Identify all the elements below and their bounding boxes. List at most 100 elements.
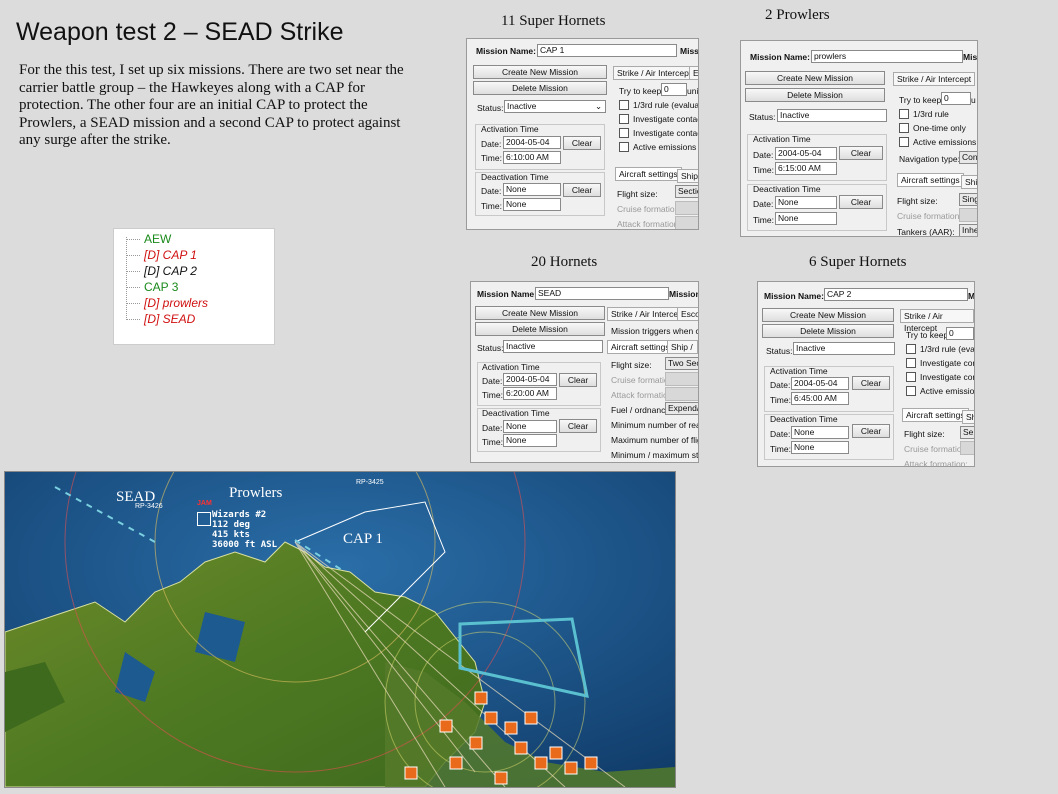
waypoint-rp1[interactable]: RP-3426 bbox=[135, 503, 163, 510]
deactivation-date-input[interactable]: None bbox=[503, 183, 561, 196]
create-mission-button[interactable]: Create New Mission bbox=[745, 71, 885, 85]
status-label: Status: bbox=[749, 112, 776, 122]
try-keep-input[interactable]: 0 bbox=[941, 92, 971, 105]
fuel-select[interactable]: Expend/ bbox=[665, 402, 698, 415]
activation-time-input[interactable]: 6:20:00 AM bbox=[503, 387, 557, 400]
tree-item-cap1[interactable]: [D] CAP 1 bbox=[126, 247, 197, 263]
checkbox[interactable] bbox=[619, 142, 629, 152]
checkbox[interactable] bbox=[619, 100, 629, 110]
delete-mission-button[interactable]: Delete Mission bbox=[745, 88, 885, 102]
create-mission-button[interactable]: Create New Mission bbox=[475, 306, 605, 320]
tab-escort[interactable]: Esco bbox=[677, 307, 698, 321]
deactivation-time-input[interactable]: None bbox=[775, 212, 837, 225]
check-label: Investigate conta bbox=[920, 358, 974, 368]
try-keep-input[interactable]: 0 bbox=[661, 83, 687, 96]
tree-item-sead[interactable]: [D] SEAD bbox=[126, 311, 195, 327]
activation-date-input[interactable]: 2004-05-04 bbox=[791, 377, 849, 390]
activation-date-input[interactable]: 2004-05-04 bbox=[775, 147, 837, 160]
checkbox[interactable] bbox=[906, 344, 916, 354]
deactivation-time-input[interactable]: None bbox=[503, 198, 561, 211]
date-label: Date: bbox=[770, 429, 791, 439]
flight-size-select[interactable]: Sing bbox=[959, 193, 977, 206]
clear-activation-button[interactable]: Clear bbox=[839, 146, 883, 160]
tankers-select[interactable]: Inhe bbox=[959, 224, 977, 236]
tab-ship[interactable]: Ship bbox=[961, 175, 977, 189]
checkbox[interactable] bbox=[899, 109, 909, 119]
tab-aircraft-settings[interactable]: Aircraft settings bbox=[615, 167, 682, 181]
try-keep-input[interactable]: 0 bbox=[946, 327, 974, 340]
clear-deactivation-button[interactable]: Clear bbox=[852, 424, 890, 438]
time-label: Time: bbox=[753, 215, 774, 225]
attack-select bbox=[675, 216, 698, 229]
tab-aircraft-settings[interactable]: Aircraft settings bbox=[607, 340, 674, 354]
tree-item-prowlers[interactable]: [D] prowlers bbox=[126, 295, 208, 311]
try-keep-unit: uni bbox=[687, 86, 699, 96]
date-label: Date: bbox=[753, 150, 774, 160]
tab-strike[interactable]: Strike / Air Intercept bbox=[613, 66, 696, 80]
tab-ship-sub[interactable]: Ship / su bbox=[667, 340, 698, 364]
checkbox[interactable] bbox=[899, 123, 909, 133]
activation-time-input[interactable]: 6:15:00 AM bbox=[775, 162, 837, 175]
status-select[interactable]: Inactive bbox=[504, 100, 606, 113]
status-select[interactable]: Inactive bbox=[503, 340, 603, 353]
flight-size-label: Flight size: bbox=[897, 196, 938, 206]
activation-date-input[interactable]: 2004-05-04 bbox=[503, 136, 561, 149]
checkbox[interactable] bbox=[906, 372, 916, 382]
deactivation-time-input[interactable]: None bbox=[503, 434, 557, 447]
flight-size-select[interactable]: Two Sect bbox=[665, 357, 698, 370]
checkbox[interactable] bbox=[899, 137, 909, 147]
flight-size-select[interactable]: Se bbox=[960, 426, 974, 439]
delete-mission-button[interactable]: Delete Mission bbox=[475, 322, 605, 336]
activation-date-input[interactable]: 2004-05-04 bbox=[503, 373, 557, 386]
deactivation-date-input[interactable]: None bbox=[775, 196, 837, 209]
tab-strike[interactable]: Strike / Air Intercept bbox=[893, 72, 976, 86]
mission-name-input[interactable]: CAP 2 bbox=[824, 288, 968, 301]
min-max-label: Minimum / maximum strike ra bbox=[611, 450, 699, 460]
jam-label: JAM bbox=[197, 500, 212, 507]
mission-name-input[interactable]: prowlers bbox=[811, 50, 963, 63]
create-mission-button[interactable]: Create New Mission bbox=[473, 65, 607, 79]
tab-strike[interactable]: Strike / Air Intercept bbox=[900, 309, 974, 333]
tree-item-aew[interactable]: AEW bbox=[126, 231, 171, 247]
delete-mission-button[interactable]: Delete Mission bbox=[762, 324, 894, 338]
unit-info[interactable]: Wizards #2 112 deg 415 kts 36000 ft ASL bbox=[212, 510, 277, 550]
deactivation-date-input[interactable]: None bbox=[503, 420, 557, 433]
nav-type-select[interactable]: Cont bbox=[959, 151, 977, 164]
tab-ship[interactable]: Ship bbox=[677, 169, 698, 183]
clear-activation-button[interactable]: Clear bbox=[563, 136, 601, 150]
tab-e[interactable]: E bbox=[689, 66, 698, 80]
clear-deactivation-button[interactable]: Clear bbox=[559, 419, 597, 433]
clear-deactivation-button[interactable]: Clear bbox=[563, 183, 601, 197]
mission-name-input[interactable]: CAP 1 bbox=[537, 44, 677, 57]
tactical-map[interactable]: SEAD Prowlers CAP 1 RP-3426 RP-3425 JAM … bbox=[4, 471, 676, 788]
clear-activation-button[interactable]: Clear bbox=[559, 373, 597, 387]
clear-deactivation-button[interactable]: Clear bbox=[839, 195, 883, 209]
cruise-select bbox=[675, 201, 698, 215]
tree-item-cap3[interactable]: CAP 3 bbox=[126, 279, 178, 295]
checkbox[interactable] bbox=[619, 128, 629, 138]
deactivation-label: Deactivation Time bbox=[481, 172, 549, 182]
activation-label: Activation Time bbox=[753, 134, 811, 144]
activation-time-input[interactable]: 6:45:00 AM bbox=[791, 392, 849, 405]
mission-name-input[interactable]: SEAD bbox=[535, 287, 669, 300]
activation-time-input[interactable]: 6:10:00 AM bbox=[503, 151, 561, 164]
tab-aircraft-settings[interactable]: Aircraft settings bbox=[902, 408, 969, 422]
waypoint-rp2[interactable]: RP-3425 bbox=[356, 479, 384, 486]
aircraft-icon[interactable] bbox=[197, 512, 211, 526]
status-select[interactable]: Inactive bbox=[777, 109, 887, 122]
clear-activation-button[interactable]: Clear bbox=[852, 376, 890, 390]
status-select[interactable]: Inactive bbox=[793, 342, 895, 355]
flight-size-select[interactable]: Sectio bbox=[675, 185, 698, 198]
create-mission-button[interactable]: Create New Mission bbox=[762, 308, 894, 322]
checkbox[interactable] bbox=[619, 114, 629, 124]
tab-ship[interactable]: Sh bbox=[962, 410, 974, 424]
tab-aircraft-settings[interactable]: Aircraft settings bbox=[897, 173, 964, 187]
checkbox[interactable] bbox=[906, 386, 916, 396]
delete-mission-button[interactable]: Delete Mission bbox=[473, 81, 607, 95]
mission-name-cut: Mission bbox=[669, 289, 699, 299]
deactivation-time-input[interactable]: None bbox=[791, 441, 849, 454]
checkbox[interactable] bbox=[906, 358, 916, 368]
chevron-down-icon: ⌄ bbox=[595, 101, 603, 111]
deactivation-date-input[interactable]: None bbox=[791, 426, 849, 439]
tree-item-cap2[interactable]: [D] CAP 2 bbox=[126, 263, 197, 279]
